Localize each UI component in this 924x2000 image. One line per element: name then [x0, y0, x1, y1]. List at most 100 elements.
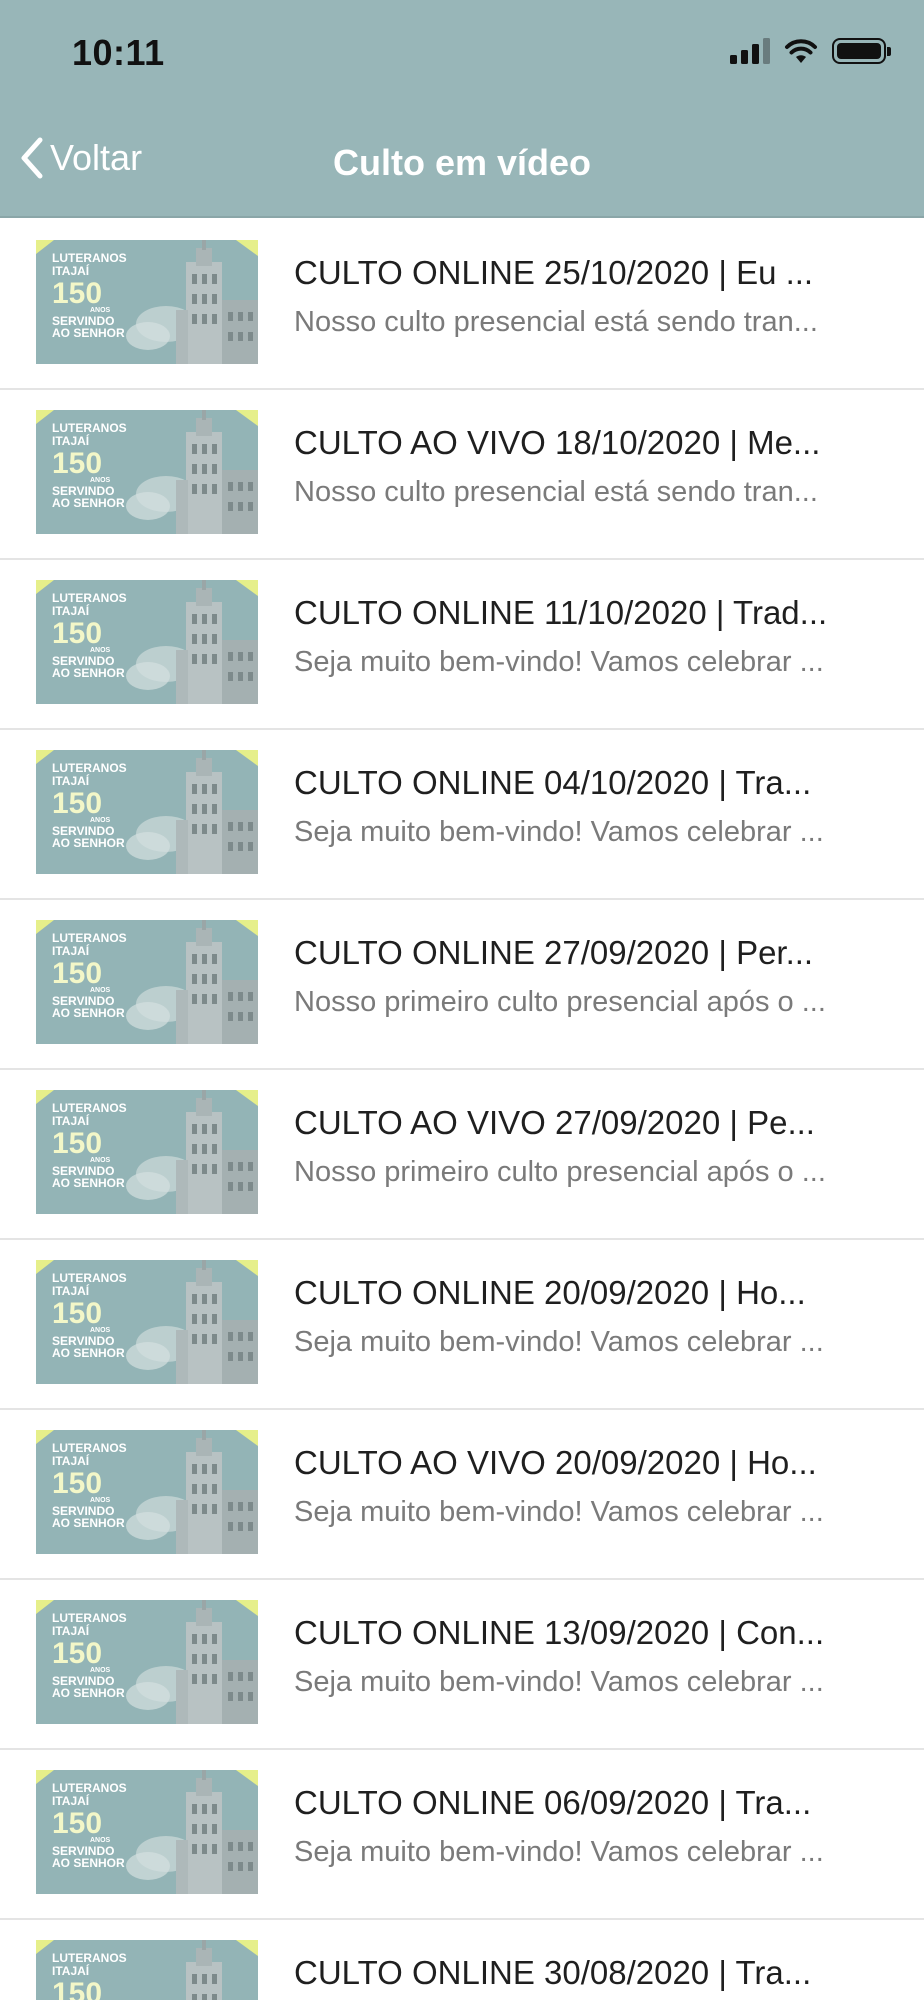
thumbnail-line4: AO SENHOR	[52, 326, 125, 341]
thumbnail-line1: LUTERANOS	[52, 931, 127, 945]
video-list-item[interactable]: LUTERANOS ITAJAÍ 150 ANOS SERVINDO AO SE…	[0, 1070, 924, 1240]
video-subtitle: Seja muito bem-vindo! Vamos celebrar ...	[294, 646, 824, 678]
thumbnail-caption: LUTERANOS ITAJAÍ 150 ANOS SERVINDO AO SE…	[52, 1272, 127, 1360]
thumbnail-caption: LUTERANOS ITAJAÍ 150 ANOS SERVINDO AO SE…	[52, 422, 127, 510]
thumbnail-number: 150	[52, 1297, 103, 1331]
video-title: CULTO ONLINE 25/10/2020 | Eu ...	[294, 254, 814, 291]
thumbnail-line4: AO SENHOR	[52, 1856, 125, 1871]
video-list-item[interactable]: LUTERANOS ITAJAÍ 150 ANOS SERVINDO AO SE…	[0, 730, 924, 900]
video-subtitle: Nosso primeiro culto presencial após o .…	[294, 1156, 826, 1188]
thumbnail-caption: LUTERANOS ITAJAÍ 150 ANOS SERVINDO AO SE…	[52, 592, 127, 680]
video-list-item[interactable]: LUTERANOS ITAJAÍ 150 ANOS SERVINDO AO SE…	[0, 390, 924, 560]
thumbnail-line2: ITAJAÍ	[52, 943, 90, 958]
thumbnail-caption: LUTERANOS ITAJAÍ 150 ANOS SERVINDO AO SE…	[52, 252, 127, 340]
video-thumbnail: LUTERANOS ITAJAÍ 150 ANOS SERVINDO AO SE…	[36, 410, 258, 534]
thumbnail-line1: LUTERANOS	[52, 421, 127, 435]
thumbnail-line1: LUTERANOS	[52, 1611, 127, 1625]
thumbnail-line4: AO SENHOR	[52, 1176, 125, 1191]
video-thumbnail: LUTERANOS ITAJAÍ 150 ANOS SERVINDO AO SE…	[36, 1770, 258, 1894]
video-list-item[interactable]: LUTERANOS ITAJAÍ 150 ANOS SERVINDO AO SE…	[0, 220, 924, 390]
thumbnail-line1: LUTERANOS	[52, 1271, 127, 1285]
thumbnail-number: 150	[52, 957, 103, 991]
thumbnail-line4: AO SENHOR	[52, 1006, 125, 1021]
video-title: CULTO ONLINE 13/09/2020 | Con...	[294, 1614, 825, 1651]
thumbnail-number: 150	[52, 277, 103, 311]
video-thumbnail: LUTERANOS ITAJAÍ 150 ANOS SERVINDO AO SE…	[36, 580, 258, 704]
video-title: CULTO AO VIVO 20/09/2020 | Ho...	[294, 1444, 817, 1481]
thumbnail-number: 150	[52, 1977, 103, 2000]
video-subtitle: Nosso culto presencial está sendo tran..…	[294, 476, 818, 508]
thumbnail-caption: LUTERANOS ITAJAÍ 150 ANOS SERVINDO AO SE…	[52, 1442, 127, 1530]
thumbnail-line1: LUTERANOS	[52, 251, 127, 265]
video-list-item[interactable]: LUTERANOS ITAJAÍ 150 ANOS SERVINDO AO SE…	[0, 1920, 924, 2000]
video-title: CULTO AO VIVO 27/09/2020 | Pe...	[294, 1104, 815, 1141]
video-list-item[interactable]: LUTERANOS ITAJAÍ 150 ANOS SERVINDO AO SE…	[0, 1580, 924, 1750]
video-subtitle: Seja muito bem-vindo! Vamos celebrar ...	[294, 1496, 824, 1528]
status-icons	[730, 38, 891, 64]
thumbnail-caption: LUTERANOS ITAJAÍ 150 ANOS SERVINDO AO SE…	[52, 1102, 127, 1190]
video-title: CULTO ONLINE 04/10/2020 | Tra...	[294, 764, 812, 801]
page-title: Culto em vídeo	[332, 142, 592, 183]
video-thumbnail: LUTERANOS ITAJAÍ 150 ANOS SERVINDO AO SE…	[36, 1940, 258, 2000]
battery-icon	[832, 38, 891, 64]
video-title: CULTO ONLINE 06/09/2020 | Tra...	[294, 1784, 812, 1821]
thumbnail-line2: ITAJAÍ	[52, 263, 90, 278]
thumbnail-caption: LUTERANOS ITAJAÍ 150 ANOS SERVINDO AO SE…	[52, 932, 127, 1020]
thumbnail-caption: LUTERANOS ITAJAÍ 150 ANOS SERVINDO AO SE…	[52, 1612, 127, 1700]
thumbnail-line2: ITAJAÍ	[52, 773, 90, 788]
thumbnail-number: 150	[52, 1467, 103, 1501]
video-list-item[interactable]: LUTERANOS ITAJAÍ 150 ANOS SERVINDO AO SE…	[0, 1410, 924, 1580]
thumbnail-line1: LUTERANOS	[52, 1441, 127, 1455]
video-list-item[interactable]: LUTERANOS ITAJAÍ 150 ANOS SERVINDO AO SE…	[0, 1750, 924, 1920]
thumbnail-line1: LUTERANOS	[52, 1951, 127, 1965]
thumbnail-number: 150	[52, 1807, 103, 1841]
thumbnail-line2: ITAJAÍ	[52, 433, 90, 448]
signal-icon	[730, 38, 770, 64]
navigation-header: 10:11 Voltar Culto em vídeo	[0, 0, 924, 218]
video-title: CULTO AO VIVO 18/10/2020 | Me...	[294, 424, 821, 461]
video-thumbnail: LUTERANOS ITAJAÍ 150 ANOS SERVINDO AO SE…	[36, 1260, 258, 1384]
thumbnail-caption: LUTERANOS ITAJAÍ 150 ANOS SERVINDO AO SE…	[52, 1782, 127, 1870]
video-subtitle: Seja muito bem-vindo! Vamos celebrar ...	[294, 1836, 824, 1868]
thumbnail-line2: ITAJAÍ	[52, 1963, 90, 1978]
thumbnail-line2: ITAJAÍ	[52, 1793, 90, 1808]
thumbnail-number: 150	[52, 447, 103, 481]
thumbnail-line1: LUTERANOS	[52, 1781, 127, 1795]
video-list: LUTERANOS ITAJAÍ 150 ANOS SERVINDO AO SE…	[0, 220, 924, 2000]
thumbnail-line1: LUTERANOS	[52, 591, 127, 605]
thumbnail-caption: LUTERANOS ITAJAÍ 150 ANOS SERVINDO AO SE…	[52, 1952, 127, 2000]
thumbnail-line2: ITAJAÍ	[52, 1113, 90, 1128]
video-thumbnail: LUTERANOS ITAJAÍ 150 ANOS SERVINDO AO SE…	[36, 750, 258, 874]
thumbnail-line4: AO SENHOR	[52, 836, 125, 851]
thumbnail-line2: ITAJAÍ	[52, 1283, 90, 1298]
thumbnail-line4: AO SENHOR	[52, 666, 125, 681]
thumbnail-line4: AO SENHOR	[52, 1346, 125, 1361]
video-subtitle: Seja muito bem-vindo! Vamos celebrar ...	[294, 816, 824, 848]
thumbnail-line4: AO SENHOR	[52, 1686, 125, 1701]
video-subtitle: Nosso primeiro culto presencial após o .…	[294, 986, 826, 1018]
thumbnail-number: 150	[52, 1127, 103, 1161]
video-title: CULTO ONLINE 11/10/2020 | Trad...	[294, 594, 828, 631]
thumbnail-line2: ITAJAÍ	[52, 603, 90, 618]
video-subtitle: Seja muito bem-vindo! Vamos celebrar ...	[294, 1326, 824, 1358]
video-list-item[interactable]: LUTERANOS ITAJAÍ 150 ANOS SERVINDO AO SE…	[0, 1240, 924, 1410]
video-title: CULTO ONLINE 30/08/2020 | Tra...	[294, 1954, 812, 1991]
thumbnail-line4: AO SENHOR	[52, 496, 125, 511]
status-time: 10:11	[72, 32, 165, 73]
video-thumbnail: LUTERANOS ITAJAÍ 150 ANOS SERVINDO AO SE…	[36, 920, 258, 1044]
thumbnail-line1: LUTERANOS	[52, 761, 127, 775]
video-thumbnail: LUTERANOS ITAJAÍ 150 ANOS SERVINDO AO SE…	[36, 1090, 258, 1214]
thumbnail-line4: AO SENHOR	[52, 1516, 125, 1531]
video-title: CULTO ONLINE 27/09/2020 | Per...	[294, 934, 814, 971]
video-subtitle: Seja muito bem-vindo! Vamos celebrar ...	[294, 1666, 824, 1698]
video-title: CULTO ONLINE 20/09/2020 | Ho...	[294, 1274, 806, 1311]
video-list-item[interactable]: LUTERANOS ITAJAÍ 150 ANOS SERVINDO AO SE…	[0, 900, 924, 1070]
video-list-item[interactable]: LUTERANOS ITAJAÍ 150 ANOS SERVINDO AO SE…	[0, 560, 924, 730]
thumbnail-number: 150	[52, 787, 103, 821]
thumbnail-line1: LUTERANOS	[52, 1101, 127, 1115]
thumbnail-line2: ITAJAÍ	[52, 1623, 90, 1638]
video-thumbnail: LUTERANOS ITAJAÍ 150 ANOS SERVINDO AO SE…	[36, 240, 258, 364]
video-thumbnail: LUTERANOS ITAJAÍ 150 ANOS SERVINDO AO SE…	[36, 1430, 258, 1554]
video-thumbnail: LUTERANOS ITAJAÍ 150 ANOS SERVINDO AO SE…	[36, 1600, 258, 1724]
wifi-icon	[785, 39, 817, 63]
